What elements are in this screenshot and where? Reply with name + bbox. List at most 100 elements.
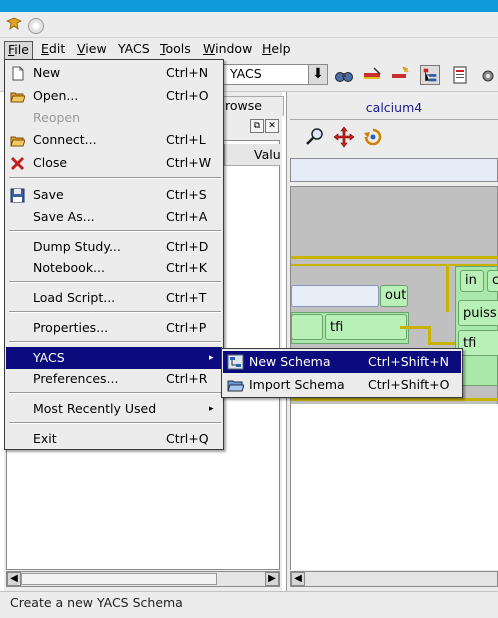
- menu-item-label: Save: [33, 187, 64, 202]
- link-wire: [291, 256, 498, 259]
- menu-separator: [9, 392, 221, 394]
- menu-item-shortcut: Ctrl+Q: [166, 431, 209, 446]
- window-menu-button[interactable]: [28, 18, 44, 34]
- menu-window[interactable]: Window: [200, 41, 255, 59]
- link-tool-icon[interactable]: [362, 65, 382, 85]
- menu-yacs-label: YACS: [118, 41, 150, 56]
- menu-window-mnemonic: W: [203, 41, 216, 56]
- menu-help-mnemonic: H: [262, 41, 272, 56]
- combo-arrow-down-icon[interactable]: ⬇: [308, 65, 327, 84]
- dock-float-button[interactable]: ⧉: [250, 119, 264, 133]
- node-port-slot[interactable]: [291, 285, 379, 307]
- menu-item-shortcut: Ctrl+K: [166, 260, 207, 275]
- menu-item-open[interactable]: Open... Ctrl+O: [6, 85, 222, 107]
- left-horizontal-scrollbar[interactable]: ◀ ▶: [6, 571, 280, 587]
- binoculars-icon[interactable]: [334, 65, 354, 85]
- menu-item-new-schema[interactable]: New Schema Ctrl+Shift+N: [223, 351, 461, 373]
- menu-item-connect[interactable]: Connect... Ctrl+L: [6, 129, 222, 151]
- menu-item-shortcut: Ctrl+T: [166, 290, 207, 305]
- desktop-top-strip: [0, 0, 498, 12]
- menu-item-most-recently-used[interactable]: Most Recently Used ▸: [6, 398, 222, 420]
- menu-item-label: Notebook...: [33, 260, 105, 275]
- menu-item-notebook[interactable]: Notebook... Ctrl+K: [6, 257, 222, 279]
- menu-item-label: YACS: [33, 350, 65, 365]
- menu-item-label: Dump Study...: [33, 239, 121, 254]
- port-out[interactable]: out: [380, 285, 408, 307]
- menu-file[interactable]: File: [4, 41, 33, 59]
- menu-item-label: Properties...: [33, 320, 109, 335]
- menu-item-label: New: [33, 65, 61, 80]
- tab-object-browser[interactable]: rowse: [222, 96, 284, 116]
- salome-logo-icon: [6, 17, 22, 30]
- new-document-icon: [12, 66, 24, 81]
- submenu-arrow-icon: ▸: [209, 353, 214, 363]
- port-in[interactable]: in: [460, 270, 484, 292]
- window-titlebar: [0, 12, 498, 38]
- menu-item-label: Preferences...: [33, 371, 119, 386]
- menu-separator: [9, 311, 221, 313]
- menu-edit[interactable]: Edit: [38, 41, 68, 59]
- close-x-icon: [10, 156, 25, 171]
- menu-item-exit[interactable]: Exit Ctrl+Q: [6, 428, 222, 450]
- menu-yacs[interactable]: YACS: [115, 41, 153, 59]
- python-console-icon[interactable]: [450, 65, 470, 85]
- menu-item-close[interactable]: Close Ctrl+W: [6, 152, 222, 174]
- menu-item-save[interactable]: Save Ctrl+S: [6, 184, 222, 206]
- menu-item-shortcut: Ctrl+Shift+N: [368, 354, 449, 369]
- menu-item-shortcut: Ctrl+W: [166, 155, 212, 170]
- menu-separator: [9, 230, 221, 232]
- menu-item-label: Open...: [33, 88, 79, 103]
- menu-separator: [9, 177, 221, 179]
- zoom-icon[interactable]: [304, 126, 326, 148]
- menu-item-label: Load Script...: [33, 290, 116, 305]
- menu-tools[interactable]: Tools: [157, 41, 194, 59]
- menu-item-label: Close: [33, 155, 68, 170]
- menu-item-dump-study[interactable]: Dump Study... Ctrl+D: [6, 236, 222, 258]
- new-schema-icon: [227, 354, 244, 370]
- menu-view-label: iew: [85, 41, 107, 56]
- menu-item-label: Exit: [33, 431, 57, 446]
- tab-calcium4[interactable]: calcium4: [290, 96, 498, 120]
- menu-item-label: Connect...: [33, 132, 97, 147]
- port-tfi-input[interactable]: tfi: [458, 330, 498, 356]
- port-tfi[interactable]: tfi: [325, 314, 407, 340]
- folder-open-icon: [10, 92, 25, 103]
- node-port-blank[interactable]: [291, 314, 323, 340]
- link-wire: [428, 342, 458, 345]
- menu-item-yacs[interactable]: YACS ▸: [6, 347, 222, 369]
- menu-item-shortcut: Ctrl+S: [166, 187, 207, 202]
- scroll-left-arrow-icon[interactable]: ◀: [291, 572, 305, 586]
- menu-item-preferences[interactable]: Preferences... Ctrl+R: [6, 368, 222, 390]
- port-puiss[interactable]: puiss: [458, 300, 498, 326]
- scroll-left-arrow-icon[interactable]: ◀: [7, 572, 21, 586]
- port-c[interactable]: c: [487, 270, 498, 292]
- canvas-input-panel[interactable]: [290, 158, 498, 182]
- menu-separator: [9, 341, 221, 343]
- tree-column-value-label: Valu: [254, 147, 281, 162]
- menu-item-shortcut: Ctrl+A: [166, 209, 208, 224]
- node-tool-icon[interactable]: [390, 65, 410, 85]
- gear-tool-icon[interactable]: [478, 65, 498, 85]
- object-browser-icon[interactable]: [420, 65, 440, 85]
- menu-item-save-as[interactable]: Save As... Ctrl+A: [6, 206, 222, 228]
- right-horizontal-scrollbar[interactable]: ◀: [290, 571, 498, 587]
- menu-window-label: indow: [215, 41, 253, 56]
- dock-close-button[interactable]: ✕: [265, 119, 279, 133]
- menu-item-label: Import Schema: [249, 377, 345, 392]
- menu-item-shortcut: Ctrl+R: [166, 371, 208, 386]
- menu-item-new[interactable]: New Ctrl+N: [6, 62, 222, 84]
- scroll-right-arrow-icon[interactable]: ▶: [265, 572, 279, 586]
- pan-icon[interactable]: [333, 126, 355, 148]
- scrollbar-thumb[interactable]: [21, 573, 217, 585]
- menu-item-import-schema[interactable]: Import Schema Ctrl+Shift+O: [223, 374, 461, 396]
- menu-item-shortcut: Ctrl+O: [166, 88, 209, 103]
- menu-edit-mnemonic: E: [41, 41, 49, 56]
- menu-item-shortcut: Ctrl+D: [166, 239, 209, 254]
- menu-item-load-script[interactable]: Load Script... Ctrl+T: [6, 287, 222, 309]
- rotate-icon[interactable]: [362, 126, 384, 148]
- menu-item-properties[interactable]: Properties... Ctrl+P: [6, 317, 222, 339]
- menu-separator: [9, 422, 221, 424]
- menu-help[interactable]: Help: [259, 41, 294, 59]
- canvas-lower-region: [291, 404, 498, 570]
- menu-view[interactable]: View: [74, 41, 110, 59]
